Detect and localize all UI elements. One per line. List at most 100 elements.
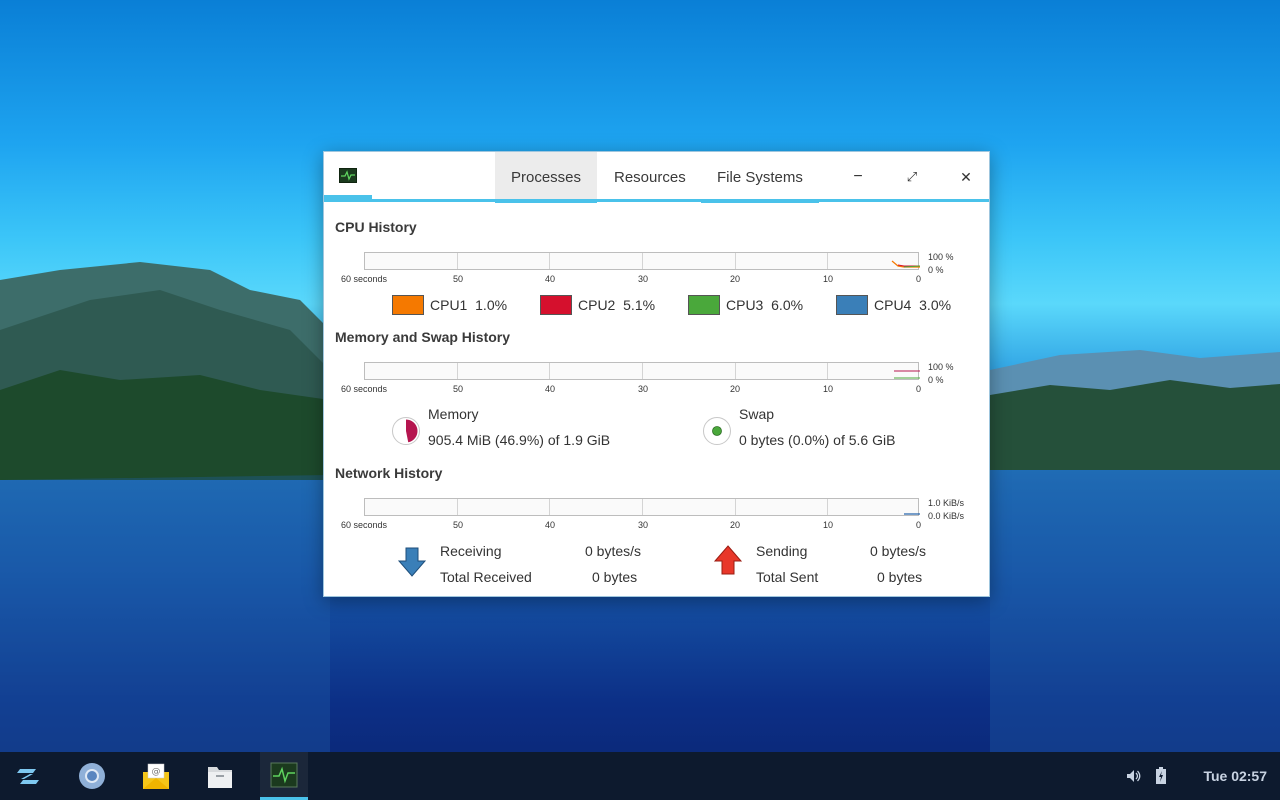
cpu2-legend-text: CPU2 5.1% [578, 297, 656, 313]
gridline [549, 363, 550, 379]
gridline [735, 253, 736, 269]
network-axis-tick: 20 [730, 520, 741, 530]
maximize-button[interactable]: ⤢ [900, 166, 924, 188]
tab-processes-label: Processes [511, 169, 582, 186]
total-received-label: Total Received [440, 569, 532, 585]
maximize-icon: ⤢ [906, 169, 918, 184]
cpu-history-graph [364, 252, 920, 270]
network-axis-tick: 0 [916, 520, 922, 530]
gridline [457, 253, 458, 269]
title-bar: Processes Resources File Systems − ⤢ ✕ [324, 152, 989, 203]
gridline [457, 363, 458, 379]
memory-axis-60-seconds: 60 seconds [341, 384, 388, 394]
cpu1-color-swatch[interactable] [392, 295, 424, 315]
gridline [827, 499, 828, 515]
cpu-axis-tick: 30 [638, 274, 649, 284]
memory-history-graph [364, 362, 920, 380]
cpu-scale-min: 0 % [928, 265, 944, 275]
sending-label: Sending [756, 543, 808, 559]
memory-label: Memory [428, 406, 479, 422]
gridline [457, 499, 458, 515]
chromium-icon [79, 763, 105, 789]
mail-icon: @ [143, 763, 169, 789]
zorin-menu-icon [17, 769, 39, 784]
svg-text:@: @ [152, 767, 161, 777]
memory-pie-chart[interactable] [391, 416, 421, 446]
memory-axis-tick: 20 [730, 384, 741, 394]
cpu3-legend-text: CPU3 6.0% [726, 297, 804, 313]
network-axis-60-seconds: 60 seconds [341, 520, 388, 530]
minimize-button[interactable]: − [846, 166, 870, 188]
volume-icon[interactable] [1126, 768, 1142, 784]
network-scale-min: 0.0 KiB/s [928, 511, 965, 521]
gridline [642, 363, 643, 379]
sending-arrow-icon[interactable] [712, 544, 744, 576]
gridline [549, 253, 550, 269]
files-icon [208, 767, 232, 788]
swap-label: Swap [739, 406, 775, 422]
close-icon: ✕ [960, 169, 972, 185]
cpu-axis-tick: 10 [823, 274, 834, 284]
memory-value: 905.4 MiB (46.9%) of 1.9 GiB [428, 432, 611, 448]
memory-axis-tick: 10 [823, 384, 834, 394]
cpu-axis-tick: 40 [545, 274, 556, 284]
cpu2-color-swatch[interactable] [540, 295, 572, 315]
network-axis-tick: 40 [545, 520, 556, 530]
gridline [827, 363, 828, 379]
gridline [735, 363, 736, 379]
cpu3-color-swatch[interactable] [688, 295, 720, 315]
total-sent-label: Total Sent [756, 569, 819, 585]
network-axis-tick: 30 [638, 520, 649, 530]
close-button[interactable]: ✕ [954, 166, 978, 188]
swap-pie-chart[interactable] [702, 416, 732, 446]
mail-button[interactable]: @ [132, 752, 180, 800]
clock[interactable]: Tue 02:57 [1203, 752, 1267, 800]
cpu4-color-swatch[interactable] [836, 295, 868, 315]
cpu1-legend-text: CPU1 1.0% [430, 297, 508, 313]
cpu-axis-tick: 0 [916, 274, 922, 284]
tab-file-systems[interactable]: File Systems [701, 152, 819, 203]
tab-resources-label: Resources [614, 169, 686, 186]
memory-scale-min: 0 % [928, 375, 944, 385]
total-sent-value: 0 bytes [877, 569, 923, 585]
sending-value: 0 bytes/s [870, 543, 927, 559]
network-history-title: Network History [335, 465, 443, 481]
system-monitor-taskbar-button[interactable] [260, 752, 308, 800]
memory-usage-lines [894, 370, 920, 379]
tab-resources[interactable]: Resources [598, 152, 702, 199]
swap-usage-block: Swap 0 bytes (0.0%) of 5.6 GiB [702, 406, 972, 452]
cpu-axis-tick: 20 [730, 274, 741, 284]
tab-file-systems-label: File Systems [717, 169, 803, 186]
cpu4-legend-text: CPU4 3.0% [874, 297, 952, 313]
network-axis-tick: 10 [823, 520, 834, 530]
app-icon-area [324, 152, 372, 199]
receiving-value: 0 bytes/s [585, 543, 642, 559]
memory-usage-block: Memory 905.4 MiB (46.9%) of 1.9 GiB [391, 406, 671, 452]
files-button[interactable] [196, 752, 244, 800]
gridline [642, 253, 643, 269]
swap-value: 0 bytes (0.0%) of 5.6 GiB [739, 432, 896, 448]
taskbar: @ Tue 02:57 [0, 752, 1280, 800]
memory-history-title: Memory and Swap History [335, 329, 511, 345]
cpu-history-title: CPU History [335, 219, 417, 235]
minimize-icon: − [853, 168, 863, 185]
tab-processes[interactable]: Processes [495, 152, 598, 203]
memory-axis-tick: 50 [453, 384, 464, 394]
gridline [549, 499, 550, 515]
receiving-arrow-icon[interactable] [396, 546, 428, 578]
resources-panel: CPU History 60 seconds 50 40 30 20 10 0 … [324, 202, 989, 596]
cpu-axis-60-seconds: 60 seconds [341, 274, 388, 284]
system-monitor-window: Processes Resources File Systems − ⤢ ✕ C… [323, 151, 990, 597]
network-scale-max: 1.0 KiB/s [928, 498, 965, 508]
gridline [642, 499, 643, 515]
chromium-button[interactable] [68, 752, 116, 800]
zorin-menu-button[interactable] [4, 752, 52, 800]
gridline [735, 499, 736, 515]
cpu-axis-tick: 50 [453, 274, 464, 284]
battery-icon[interactable] [1155, 767, 1167, 785]
memory-axis-tick: 40 [545, 384, 556, 394]
gridline [827, 253, 828, 269]
system-monitor-icon [270, 762, 298, 788]
network-history-graph [364, 498, 920, 516]
total-received-value: 0 bytes [592, 569, 638, 585]
